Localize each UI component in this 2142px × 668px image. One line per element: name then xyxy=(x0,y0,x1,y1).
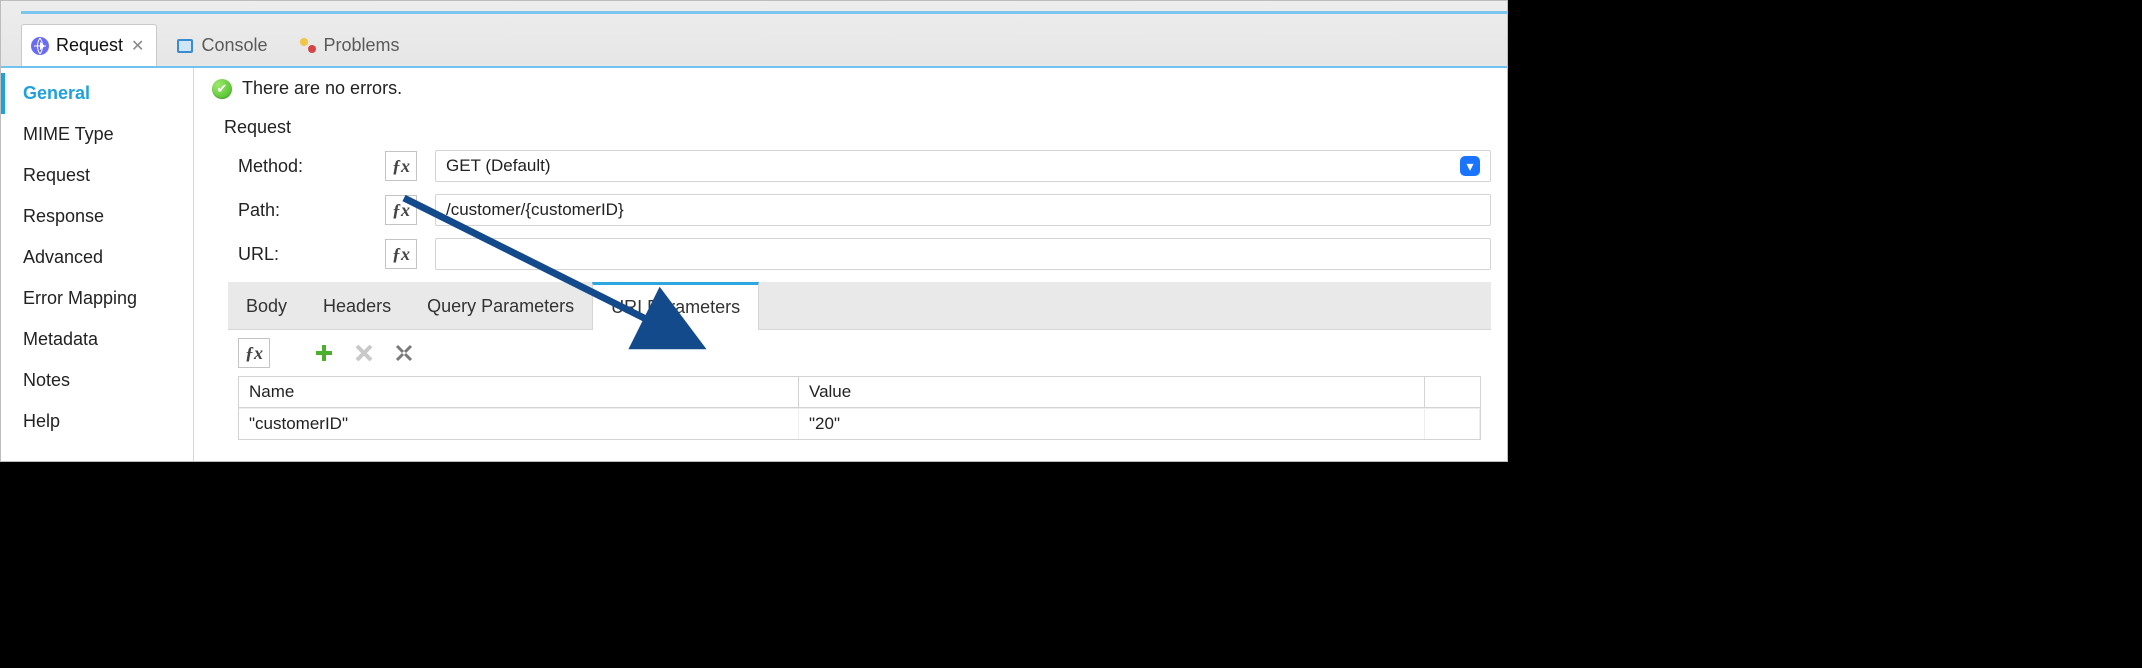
tab-request-label: Request xyxy=(56,35,123,56)
subtab-query-parameters[interactable]: Query Parameters xyxy=(409,282,592,329)
main-panel: ✔ There are no errors. Request Method: ƒ… xyxy=(194,68,1507,461)
tab-console-label: Console xyxy=(201,35,267,56)
tab-request[interactable]: Request ✕ xyxy=(21,24,157,66)
param-toolbar: ƒx xyxy=(210,330,1491,376)
tab-console[interactable]: Console xyxy=(167,25,279,66)
close-icon[interactable]: ✕ xyxy=(131,36,144,56)
cell-tail xyxy=(1425,409,1480,439)
body: General MIME Type Request Response Advan… xyxy=(1,68,1507,461)
cell-value[interactable]: "20" xyxy=(799,409,1425,439)
path-input[interactable]: /customer/{customerID} xyxy=(435,194,1491,226)
sidebar-item-mime-type[interactable]: MIME Type xyxy=(1,114,193,155)
request-panel: Method: ƒx GET (Default) ▾ Path: ƒx /cus… xyxy=(210,144,1491,440)
status-text: There are no errors. xyxy=(242,78,402,99)
subtab-uri-parameters[interactable]: URI Parameters xyxy=(592,282,759,330)
fx-button-url[interactable]: ƒx xyxy=(385,239,417,269)
problems-icon xyxy=(298,36,318,56)
url-input[interactable] xyxy=(435,238,1491,270)
tab-problems[interactable]: Problems xyxy=(290,25,412,66)
sidebar-item-notes[interactable]: Notes xyxy=(1,360,193,401)
cell-name[interactable]: "customerID" xyxy=(239,409,799,439)
sidebar-item-help[interactable]: Help xyxy=(1,401,193,442)
tools-icon[interactable] xyxy=(390,339,418,367)
param-table: Name Value "customerID" "20" xyxy=(238,376,1481,440)
table-header-row: Name Value xyxy=(239,377,1480,408)
remove-icon[interactable] xyxy=(350,339,378,367)
param-subtabs: Body Headers Query Parameters URI Parame… xyxy=(228,282,1491,330)
globe-arrow-icon xyxy=(30,36,50,56)
window: Request ✕ Console Problems xyxy=(0,0,1508,462)
method-select[interactable]: GET (Default) ▾ xyxy=(435,150,1491,182)
path-value: /customer/{customerID} xyxy=(446,200,624,220)
col-header-tail xyxy=(1425,377,1480,407)
col-header-name[interactable]: Name xyxy=(239,377,799,407)
sidebar-item-advanced[interactable]: Advanced xyxy=(1,237,193,278)
check-icon: ✔ xyxy=(212,79,232,99)
sidebar-item-metadata[interactable]: Metadata xyxy=(1,319,193,360)
fx-button-path[interactable]: ƒx xyxy=(385,195,417,225)
top-tab-bar: Request ✕ Console Problems xyxy=(1,1,1507,68)
console-icon xyxy=(175,36,195,56)
chevron-down-icon: ▾ xyxy=(1460,156,1480,176)
fx-button-params[interactable]: ƒx xyxy=(238,338,270,368)
path-label: Path: xyxy=(210,200,385,221)
table-row[interactable]: "customerID" "20" xyxy=(239,408,1480,439)
subtab-body[interactable]: Body xyxy=(228,282,305,329)
col-header-value[interactable]: Value xyxy=(799,377,1425,407)
section-title: Request xyxy=(204,107,1497,144)
row-method: Method: ƒx GET (Default) ▾ xyxy=(210,144,1491,188)
method-value: GET (Default) xyxy=(446,156,551,176)
status-bar: ✔ There are no errors. xyxy=(204,68,1497,107)
subtab-headers[interactable]: Headers xyxy=(305,282,409,329)
url-label: URL: xyxy=(210,244,385,265)
sidebar-item-error-mapping[interactable]: Error Mapping xyxy=(1,278,193,319)
row-path: Path: ƒx /customer/{customerID} xyxy=(210,188,1491,232)
sidebar-item-response[interactable]: Response xyxy=(1,196,193,237)
sidebar: General MIME Type Request Response Advan… xyxy=(1,68,194,461)
fx-button-method[interactable]: ƒx xyxy=(385,151,417,181)
sidebar-item-general[interactable]: General xyxy=(1,73,193,114)
add-icon[interactable] xyxy=(310,339,338,367)
row-url: URL: ƒx xyxy=(210,232,1491,276)
sidebar-item-request[interactable]: Request xyxy=(1,155,193,196)
method-label: Method: xyxy=(210,156,385,177)
tab-problems-label: Problems xyxy=(324,35,400,56)
